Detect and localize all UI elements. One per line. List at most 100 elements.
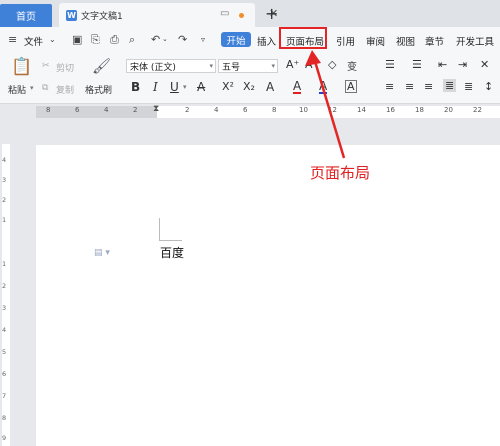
line-spacing-icon[interactable]: ↕ <box>484 80 493 93</box>
chevron-down-icon[interactable]: ⌄ <box>49 35 56 44</box>
tab-home[interactable]: 首页 <box>0 4 52 27</box>
horizontal-ruler[interactable]: ⧗ 8 6 4 2 2 4 6 8 10 12 14 16 18 20 22 <box>0 104 500 120</box>
menu-file[interactable]: 文件 <box>24 34 43 48</box>
ruler-margin-left <box>36 106 157 118</box>
menu-section[interactable]: 章节 <box>425 34 444 48</box>
ruler-number: 18 <box>415 106 424 114</box>
bold-button[interactable]: B <box>131 80 140 94</box>
paste-icon[interactable]: 📋 <box>11 57 32 77</box>
ruler-number: 5 <box>2 348 7 356</box>
menu-developer[interactable]: 开发工具 <box>456 34 494 48</box>
cut-button[interactable]: 剪切 <box>56 61 74 74</box>
menu-references[interactable]: 引用 <box>336 34 355 48</box>
ruler-number: 3 <box>2 176 7 184</box>
ruler-number: 2 <box>2 196 7 204</box>
paste-chevron-icon[interactable]: ▾ <box>30 84 34 92</box>
strikethrough-button[interactable]: A <box>197 80 205 94</box>
justify-icon[interactable]: ≣ <box>443 79 457 92</box>
shrink-font-button[interactable]: A⁻ <box>305 58 318 71</box>
ribbon-toolbar: 📋 粘贴 ▾ ✂ 剪切 ⧉ 复制 🖌 格式刷 宋体 (正文) ▾ 五号 ▾ A⁺… <box>0 53 500 104</box>
document-page[interactable]: ▤ ▾ 百度 <box>36 145 500 446</box>
quick-access-chevron-icon[interactable]: ▿ <box>201 35 205 44</box>
italic-button[interactable]: I <box>153 80 158 94</box>
grow-font-button[interactable]: A⁺ <box>286 58 299 71</box>
menu-review[interactable]: 审阅 <box>366 34 385 48</box>
format-painter-icon[interactable]: 🖌 <box>92 57 111 75</box>
underline-button[interactable]: U <box>170 80 179 94</box>
save-icon[interactable]: ▣ <box>72 33 82 46</box>
ruler-number: 14 <box>357 106 366 114</box>
decrease-indent-icon[interactable]: ⇤ <box>438 58 447 71</box>
ruler-number: 8 <box>46 106 51 114</box>
ruler-number: 4 <box>214 106 219 114</box>
numbered-list-icon[interactable]: ☰ <box>412 58 422 71</box>
paragraph-layout-icon[interactable]: ▤ ▾ <box>94 248 110 258</box>
align-center-icon[interactable]: ≡ <box>405 80 414 93</box>
subscript-button[interactable]: X₂ <box>243 80 255 93</box>
cut-icon[interactable]: ✂ <box>42 61 50 71</box>
margin-corner-mark <box>159 218 160 241</box>
tab-document[interactable]: W 文字文稿1 ▭ ✕ <box>59 3 278 27</box>
chevron-down-icon: ▾ <box>271 62 275 70</box>
menu-insert[interactable]: 插入 <box>257 34 276 48</box>
distributed-align-icon[interactable]: ≣ <box>464 80 473 93</box>
ruler-number: 9 <box>2 434 7 442</box>
ruler-number: 4 <box>104 106 109 114</box>
ruler-number: 22 <box>473 106 482 114</box>
underline-chevron-icon[interactable]: ▾ <box>183 83 187 91</box>
writer-doc-icon: W <box>66 9 77 21</box>
redo-icon[interactable]: ↷ <box>178 33 187 46</box>
bullet-list-icon[interactable]: ☰ <box>385 58 395 71</box>
font-size-value: 五号 <box>222 62 241 73</box>
increase-indent-icon[interactable]: ⇥ <box>458 58 467 71</box>
align-right-icon[interactable]: ≡ <box>424 80 433 93</box>
ruler-number: 4 <box>2 156 7 164</box>
chinese-layout-icon[interactable]: ✕ <box>480 58 489 71</box>
font-size-select[interactable]: 五号 ▾ <box>218 59 278 73</box>
copy-button[interactable]: 复制 <box>56 83 74 96</box>
export-pdf-icon[interactable]: ⎘ <box>91 33 100 47</box>
ruler-number: 6 <box>75 106 80 114</box>
ruler-number: 2 <box>133 106 138 114</box>
char-border-button[interactable]: A <box>345 80 357 93</box>
ruler-number: 1 <box>2 260 7 268</box>
text-effect-button[interactable]: A <box>266 80 274 94</box>
menu-start[interactable]: 开始 <box>221 32 251 47</box>
document-tab-label: 文字文稿1 <box>81 11 123 22</box>
phonetic-guide-button[interactable]: 变 <box>347 58 357 73</box>
paste-button[interactable]: 粘贴 <box>8 83 26 96</box>
ruler-number: 8 <box>2 414 7 422</box>
annotation-highlight-box <box>279 27 327 49</box>
font-name-select[interactable]: 宋体 (正文) ▾ <box>126 59 216 73</box>
ruler-number: 20 <box>444 106 453 114</box>
font-name-value: 宋体 (正文) <box>130 62 176 73</box>
print-preview-icon[interactable]: ⌕ <box>129 33 135 47</box>
print-icon[interactable]: ⎙ <box>110 33 119 47</box>
ruler-number: 10 <box>299 106 308 114</box>
ruler-number: 2 <box>185 106 190 114</box>
new-tab-button[interactable]: + <box>265 4 278 23</box>
hamburger-icon[interactable]: ≡ <box>8 33 17 46</box>
copy-icon[interactable]: ⧉ <box>42 83 48 93</box>
indent-marker-icon[interactable]: ⧗ <box>153 104 159 114</box>
menu-bar: ≡ 文件 ⌄ ▣ ⎘ ⎙ ⌕ ↶ ⌄ ↷ ▿ 开始 插入 页面布局 引用 审阅 … <box>0 27 500 54</box>
undo-icon[interactable]: ↶ <box>151 33 160 46</box>
tab-bar: 首页 W 文字文稿1 ▭ ✕ + <box>0 0 500 27</box>
screen-icon[interactable]: ▭ <box>220 8 229 19</box>
align-left-icon[interactable]: ≡ <box>385 80 394 93</box>
format-painter-button[interactable]: 格式刷 <box>85 83 112 96</box>
menu-view[interactable]: 视图 <box>396 34 415 48</box>
font-color-button[interactable]: A <box>319 80 328 94</box>
ruler-number: 1 <box>2 216 7 224</box>
highlight-color-button[interactable]: A <box>293 80 302 94</box>
ruler-number: 7 <box>2 392 7 400</box>
ruler-number: 6 <box>2 370 7 378</box>
chevron-down-icon: ▾ <box>209 62 213 70</box>
undo-chevron-icon[interactable]: ⌄ <box>162 35 168 43</box>
document-body-text[interactable]: 百度 <box>160 244 184 261</box>
clear-format-button[interactable]: ◇ <box>328 58 336 71</box>
ruler-number: 2 <box>2 282 7 290</box>
superscript-button[interactable]: X² <box>222 80 234 93</box>
vertical-ruler[interactable]: 4 3 2 1 1 2 3 4 5 6 7 8 9 <box>0 120 12 446</box>
ruler-number: 4 <box>2 326 7 334</box>
